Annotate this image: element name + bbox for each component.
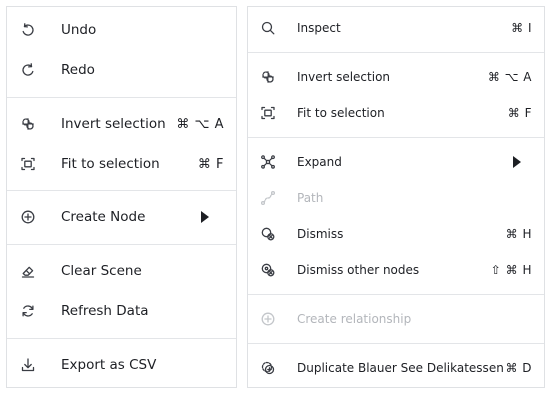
menu-item-export-csv[interactable]: Export as CSV — [7, 345, 236, 385]
menu-item-label: Expand — [297, 155, 342, 169]
menu-item-create-relationship[interactable]: Create relationship — [248, 301, 544, 337]
fit-to-selection-icon — [20, 156, 36, 172]
menu-item-label: Create Node — [61, 209, 146, 225]
menu-item-fit-to-selection[interactable]: Fit to selection ⌘ F — [248, 95, 544, 131]
menu-item-label: Duplicate Blauer See Delikatessen — [297, 361, 504, 375]
menu-item-label: Dismiss other nodes — [297, 263, 420, 277]
menu-separator — [248, 52, 544, 53]
invert-selection-icon — [20, 116, 36, 132]
menu-item-clear-scene[interactable]: Clear Scene — [7, 251, 236, 291]
duplicate-icon — [260, 360, 276, 376]
menu-item-refresh-data[interactable]: Refresh Data — [7, 291, 236, 331]
menu-separator — [7, 190, 236, 191]
menu-separator — [7, 338, 236, 339]
menu-separator — [248, 294, 544, 295]
menu-item-invert-selection[interactable]: Invert selection ⌘ ⌥ A — [248, 59, 544, 95]
menu-item-expand[interactable]: Expand — [248, 144, 544, 180]
menu-separator — [7, 244, 236, 245]
menu-item-label: Fit to selection — [297, 106, 385, 120]
submenu-arrow-icon — [513, 156, 521, 168]
invert-selection-icon — [260, 69, 276, 85]
menu-item-dismiss-other-nodes[interactable]: Dismiss other nodes ⇧ ⌘ H — [248, 252, 544, 288]
menu-item-label: Refresh Data — [61, 303, 149, 319]
canvas-context-menu: Undo Redo Invert selection ⌘ ⌥ A Fit to … — [6, 6, 237, 388]
submenu-arrow-icon — [201, 211, 209, 223]
menu-item-fit-to-selection[interactable]: Fit to selection ⌘ F — [7, 144, 236, 184]
menu-item-redo[interactable]: Redo — [7, 50, 236, 90]
menu-item-path[interactable]: Path — [248, 180, 544, 216]
menu-separator — [248, 343, 544, 344]
dismiss-icon — [260, 226, 276, 242]
redo-icon — [20, 62, 36, 78]
menu-item-label: Invert selection — [297, 70, 391, 84]
keyboard-shortcut: ⌘ D — [505, 361, 532, 375]
plus-circle-icon — [20, 209, 36, 225]
menu-item-create-node[interactable]: Create Node — [7, 197, 236, 237]
keyboard-shortcut: ⌘ ⌥ A — [487, 70, 532, 84]
menu-item-label: Clear Scene — [61, 263, 142, 279]
menu-item-label: Undo — [61, 22, 97, 38]
menu-item-inspect[interactable]: Inspect ⌘ I — [248, 10, 544, 46]
download-icon — [20, 357, 36, 373]
menu-item-label: Export as CSV — [61, 357, 157, 373]
keyboard-shortcut: ⌘ F — [197, 156, 224, 172]
menu-item-duplicate[interactable]: Duplicate Blauer See Delikatessen ⌘ D — [248, 350, 544, 386]
path-icon — [260, 190, 276, 206]
menu-separator — [7, 97, 236, 98]
keyboard-shortcut: ⌘ F — [507, 106, 532, 120]
undo-icon — [20, 22, 36, 38]
menu-item-label: Invert selection — [61, 116, 166, 132]
keyboard-shortcut: ⌘ H — [505, 227, 532, 241]
menu-item-label: Path — [297, 191, 324, 205]
eraser-icon — [20, 263, 36, 279]
keyboard-shortcut: ⌘ ⌥ A — [176, 116, 224, 132]
keyboard-shortcut: ⌘ I — [511, 21, 532, 35]
refresh-icon — [20, 303, 36, 319]
menu-item-dismiss[interactable]: Dismiss ⌘ H — [248, 216, 544, 252]
menu-item-undo[interactable]: Undo — [7, 10, 236, 50]
plus-circle-icon — [260, 311, 276, 327]
menu-item-label: Inspect — [297, 21, 341, 35]
menu-item-invert-selection[interactable]: Invert selection ⌘ ⌥ A — [7, 104, 236, 144]
menu-item-label: Create relationship — [297, 312, 412, 326]
menu-item-label: Fit to selection — [61, 156, 160, 172]
menu-item-label: Redo — [61, 62, 95, 78]
node-context-menu: Inspect ⌘ I Invert selection ⌘ ⌥ A Fit t… — [247, 6, 545, 388]
expand-icon — [260, 154, 276, 170]
menu-separator — [248, 137, 544, 138]
menu-item-label: Dismiss — [297, 227, 344, 241]
keyboard-shortcut: ⇧ ⌘ H — [490, 263, 532, 277]
dismiss-other-icon — [260, 262, 276, 278]
fit-to-selection-icon — [260, 105, 276, 121]
search-icon — [260, 20, 276, 36]
